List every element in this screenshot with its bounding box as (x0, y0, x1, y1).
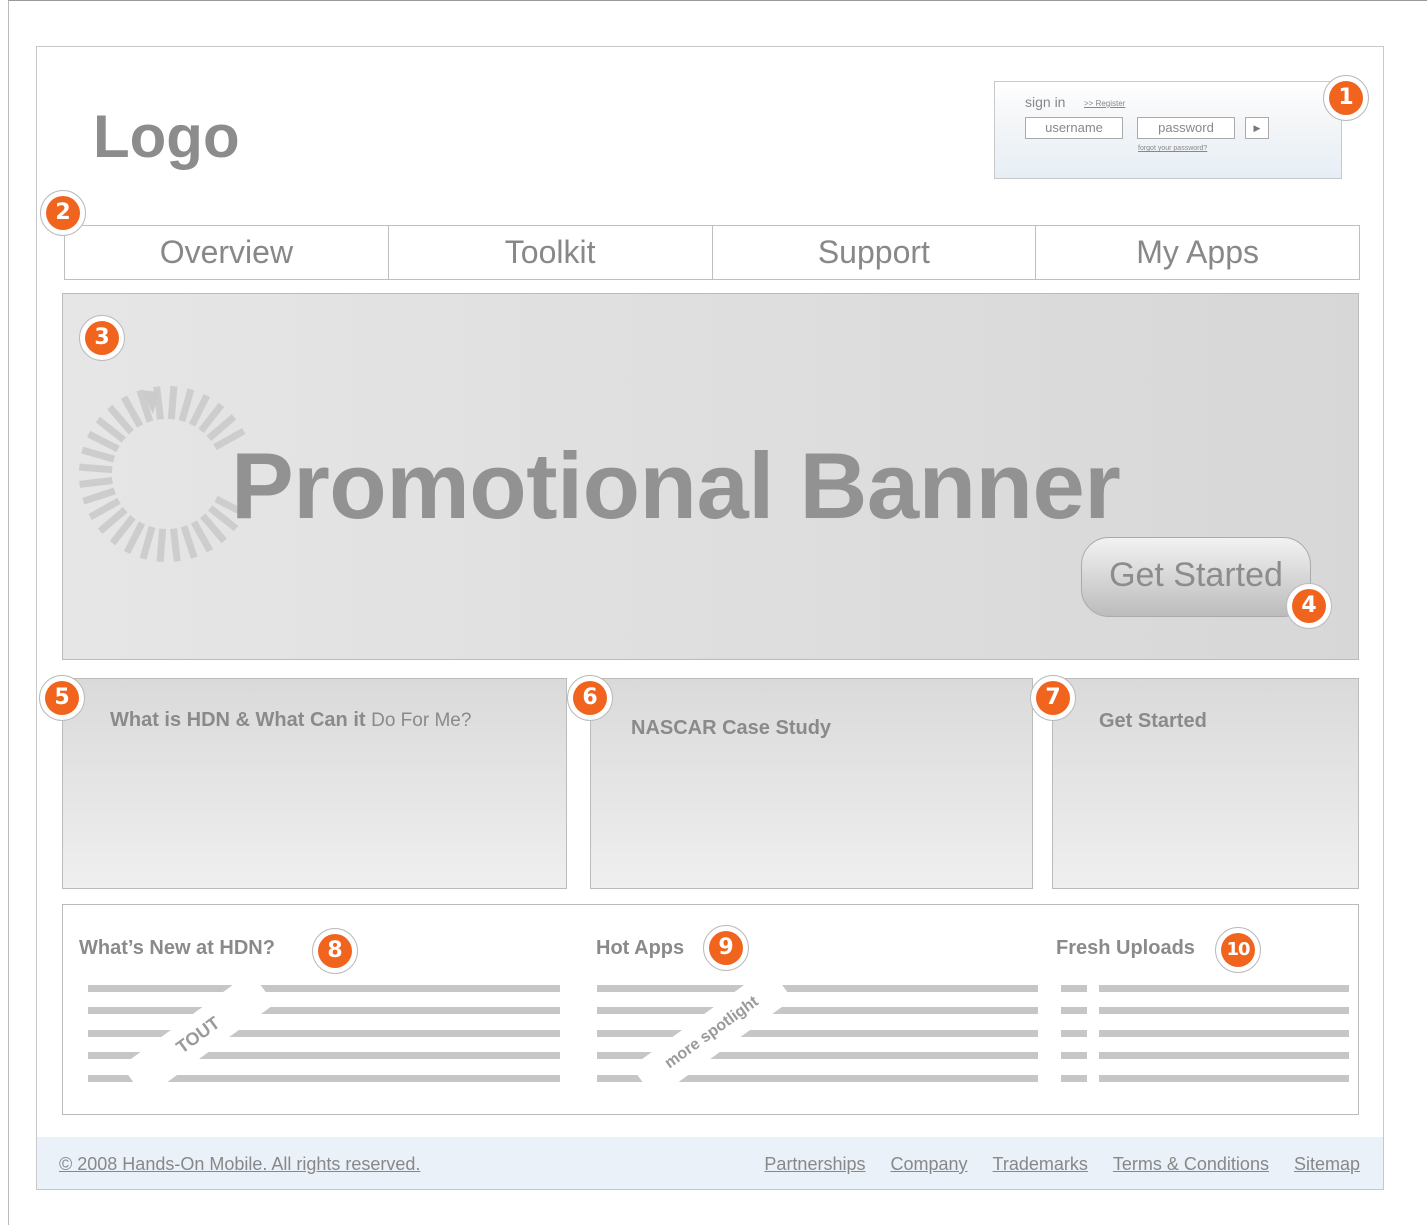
card-title: What is HDN & What Can it Do For Me? (110, 709, 471, 732)
card-title-bold: What is HDN & What Can it (110, 709, 366, 731)
footer-link-company[interactable]: Company (890, 1154, 967, 1175)
nav-item-overview[interactable]: Overview (65, 226, 389, 279)
list-line[interactable] (597, 1007, 1038, 1014)
annotation-badge-2: 2 (40, 190, 86, 236)
list-line[interactable] (597, 985, 1038, 992)
card-get-started[interactable]: Get Started (1052, 678, 1359, 889)
annotation-badge-6: 6 (567, 675, 613, 721)
loading-spinner-icon (78, 385, 247, 563)
list-bullet (1061, 1030, 1087, 1037)
annotation-badge-7: 7 (1030, 675, 1076, 721)
list-bullet (1061, 1007, 1087, 1014)
hot-apps-list: more spotlight (597, 966, 1038, 1100)
annotation-badge-5: 5 (39, 675, 85, 721)
badge-number: 8 (318, 934, 352, 968)
badge-number: 4 (1292, 589, 1326, 623)
footer-link-sitemap[interactable]: Sitemap (1294, 1154, 1360, 1175)
whats-new-list: TOUT (88, 971, 560, 1099)
signin-submit-button[interactable]: ▶ (1245, 117, 1269, 139)
footer-link-trademarks[interactable]: Trademarks (993, 1154, 1088, 1175)
list-line[interactable] (1099, 1052, 1349, 1059)
play-icon: ▶ (1253, 123, 1261, 133)
username-input[interactable]: username (1025, 117, 1123, 139)
annotation-badge-9: 9 (703, 925, 749, 971)
card-title-light: Do For Me? (371, 710, 472, 731)
forgot-password-link[interactable]: forgot your password? (1138, 145, 1207, 152)
annotation-badge-3: 3 (79, 315, 125, 361)
nav-item-toolkit[interactable]: Toolkit (389, 226, 713, 279)
copyright-link[interactable]: © 2008 Hands-On Mobile. All rights reser… (59, 1154, 420, 1175)
list-line[interactable] (1099, 985, 1349, 992)
banner-title: Promotional Banner (231, 433, 1121, 538)
footer-link-terms[interactable]: Terms & Conditions (1113, 1154, 1269, 1175)
badge-number: 9 (709, 931, 743, 965)
main-nav: Overview Toolkit Support My Apps (64, 225, 1360, 280)
fresh-uploads-list (1061, 985, 1349, 1085)
get-started-button[interactable]: Get Started (1081, 537, 1311, 617)
list-line[interactable] (1099, 1007, 1349, 1014)
footer-links: Partnerships Company Trademarks Terms & … (764, 1154, 1360, 1175)
list-line[interactable] (88, 985, 560, 992)
card-title: Get Started (1099, 710, 1207, 732)
annotation-badge-1: 1 (1323, 75, 1369, 121)
list-line[interactable] (88, 1007, 560, 1014)
section-title-fresh-uploads: Fresh Uploads (1056, 937, 1195, 959)
nav-item-support[interactable]: Support (713, 226, 1037, 279)
badge-number: 2 (46, 196, 80, 230)
nav-item-my-apps[interactable]: My Apps (1036, 226, 1359, 279)
annotation-badge-10: 10 (1215, 927, 1261, 973)
footer-link-partnerships[interactable]: Partnerships (764, 1154, 865, 1175)
badge-number: 6 (573, 681, 607, 715)
list-line[interactable] (1099, 1030, 1349, 1037)
card-nascar-case-study[interactable]: NASCAR Case Study (590, 678, 1033, 889)
card-title: NASCAR Case Study (631, 717, 832, 739)
logo[interactable]: Logo (93, 102, 240, 171)
list-line[interactable] (1099, 1075, 1349, 1082)
list-bullet (1061, 1052, 1087, 1059)
list-line[interactable] (597, 1030, 1038, 1037)
card-what-is-hdn[interactable]: What is HDN & What Can it Do For Me? (62, 678, 567, 889)
signin-label: sign in (1025, 94, 1066, 110)
annotation-badge-8: 8 (312, 928, 358, 974)
badge-number: 7 (1036, 681, 1070, 715)
footer: © 2008 Hands-On Mobile. All rights reser… (37, 1137, 1383, 1189)
list-bullet (1061, 1075, 1087, 1082)
list-bullet (1061, 985, 1087, 992)
badge-number: 1 (1329, 81, 1363, 115)
list-line[interactable] (88, 1030, 560, 1037)
register-link[interactable]: >> Register (1084, 99, 1125, 108)
promotional-banner[interactable]: Promotional Banner Get Started (62, 293, 1359, 660)
signin-panel: sign in >> Register username password ▶ … (994, 81, 1342, 179)
section-title-whats-new: What’s New at HDN? (79, 937, 275, 959)
badge-number: 3 (85, 321, 119, 355)
badge-number: 5 (45, 681, 79, 715)
badge-number: 10 (1221, 933, 1255, 967)
annotation-badge-4: 4 (1286, 583, 1332, 629)
password-input[interactable]: password (1137, 117, 1235, 139)
section-title-hot-apps: Hot Apps (596, 937, 685, 959)
